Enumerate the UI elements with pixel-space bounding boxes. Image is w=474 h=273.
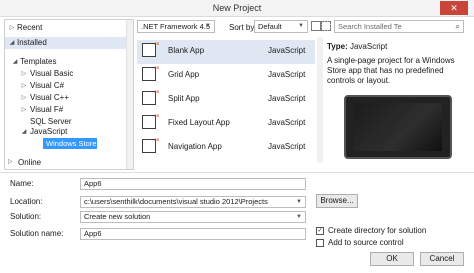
solution-select[interactable]: Create new solution ▼ bbox=[80, 211, 306, 223]
template-language: JavaScript bbox=[268, 70, 306, 79]
tree-item-visual-cpp[interactable]: ▷ Visual C++ bbox=[5, 92, 133, 104]
create-directory-checkbox[interactable]: ✓ bbox=[316, 227, 324, 235]
solution-name-value: App6 bbox=[84, 229, 102, 238]
template-row[interactable]: JS Blank App JavaScript bbox=[137, 40, 315, 64]
tree-label: Visual C++ bbox=[30, 93, 69, 102]
search-icon[interactable]: ⌕ bbox=[456, 21, 460, 32]
navigation-app-icon: JS bbox=[142, 137, 159, 153]
expand-arrow-icon[interactable]: ▷ bbox=[20, 92, 28, 104]
solution-label: Solution: bbox=[10, 212, 42, 221]
location-label: Location: bbox=[10, 197, 43, 206]
type-value: JavaScript bbox=[349, 42, 388, 51]
cancel-button[interactable]: Cancel bbox=[420, 252, 464, 266]
framework-value: .NET Framework 4.5 bbox=[141, 22, 211, 31]
expand-arrow-icon[interactable]: ▷ bbox=[20, 68, 28, 80]
search-input[interactable]: Search Installed Te ⌕ bbox=[334, 20, 464, 33]
add-source-control-label: Add to source control bbox=[328, 238, 404, 247]
list-view-icon[interactable] bbox=[321, 21, 331, 31]
split-app-icon: JS bbox=[142, 89, 159, 105]
chevron-down-icon: ▼ bbox=[296, 199, 302, 205]
divider bbox=[0, 172, 474, 173]
tree-item-online[interactable]: ▷ Online bbox=[4, 157, 134, 169]
template-row[interactable]: JS Split App JavaScript bbox=[137, 88, 315, 112]
collapse-arrow-icon[interactable]: ◢ bbox=[8, 37, 16, 49]
browse-button[interactable]: Browse... bbox=[316, 194, 358, 208]
blank-app-icon: JS bbox=[142, 41, 159, 57]
tree-label: JavaScript bbox=[30, 127, 68, 136]
template-language: JavaScript bbox=[268, 118, 306, 127]
sort-by-label: Sort by: bbox=[229, 23, 257, 32]
grid-app-icon: JS bbox=[142, 65, 159, 81]
template-name: Blank App bbox=[168, 46, 205, 55]
template-row[interactable]: JS Navigation App JavaScript bbox=[137, 136, 315, 160]
template-name: Fixed Layout App bbox=[168, 118, 230, 127]
tree-item-templates[interactable]: ◢ Templates bbox=[5, 56, 133, 68]
tree-item-visual-csharp[interactable]: ▷ Visual C# bbox=[5, 80, 133, 92]
tree-item-windows-store[interactable]: Windows Store bbox=[43, 138, 97, 149]
name-label: Name: bbox=[10, 179, 34, 188]
tree-item-visual-fsharp[interactable]: ▷ Visual F# bbox=[5, 104, 133, 116]
location-field[interactable]: c:\users\senthilk\documents\visual studi… bbox=[80, 196, 306, 208]
expand-arrow-icon[interactable]: ▷ bbox=[20, 104, 28, 116]
chevron-down-icon: ▼ bbox=[296, 214, 302, 220]
sort-by-select[interactable]: Default ▼ bbox=[254, 20, 308, 33]
solution-name-label: Solution name: bbox=[10, 229, 64, 238]
template-row[interactable]: JS Grid App JavaScript bbox=[137, 64, 315, 88]
type-line: Type: JavaScript bbox=[327, 42, 387, 51]
template-details: Type: JavaScript A single-page project f… bbox=[326, 37, 470, 163]
ok-button[interactable]: OK bbox=[370, 252, 414, 266]
template-description: A single-page project for a Windows Stor… bbox=[327, 56, 455, 85]
tablet-preview-image bbox=[344, 95, 452, 159]
collapse-arrow-icon[interactable]: ◢ bbox=[20, 126, 28, 138]
template-name: Navigation App bbox=[168, 142, 222, 151]
template-tree: ▷ Recent ◢ Installed ◢ Templates ▷ Visua… bbox=[4, 19, 134, 170]
solution-name-field[interactable]: App6 bbox=[80, 228, 306, 240]
add-source-control-checkbox[interactable] bbox=[316, 239, 324, 247]
title-bar: New Project ✕ bbox=[0, 0, 474, 17]
tree-item-recent[interactable]: ▷ Recent bbox=[5, 22, 133, 34]
tree-label-recent: Recent bbox=[17, 23, 43, 32]
tree-item-visual-basic[interactable]: ▷ Visual Basic bbox=[5, 68, 133, 80]
grid-view-icon[interactable] bbox=[311, 21, 321, 31]
tree-item-javascript[interactable]: ◢ JavaScript bbox=[5, 126, 133, 138]
template-row[interactable]: JS Fixed Layout App JavaScript bbox=[137, 112, 315, 136]
solution-value: Create new solution bbox=[84, 212, 151, 221]
template-name: Split App bbox=[168, 94, 200, 103]
close-button[interactable]: ✕ bbox=[440, 1, 468, 15]
window-title: New Project bbox=[212, 3, 262, 13]
expand-arrow-icon[interactable]: ▷ bbox=[20, 80, 28, 92]
tree-label: Visual Basic bbox=[30, 69, 74, 78]
template-name: Grid App bbox=[168, 70, 200, 79]
collapse-arrow-icon[interactable]: ◢ bbox=[11, 56, 19, 68]
expand-arrow-icon[interactable]: ▷ bbox=[8, 158, 13, 165]
expand-arrow-icon[interactable]: ▷ bbox=[8, 22, 16, 34]
tree-label-installed: Installed bbox=[17, 38, 47, 47]
search-placeholder: Search Installed Te bbox=[338, 22, 402, 31]
chevron-down-icon: ▼ bbox=[298, 23, 304, 29]
chevron-down-icon: ▼ bbox=[205, 23, 211, 29]
tree-label: Visual C# bbox=[30, 81, 65, 90]
tree-label: Visual F# bbox=[30, 105, 64, 114]
tree-label-online: Online bbox=[18, 158, 42, 167]
tree-scrollbar[interactable] bbox=[126, 20, 133, 169]
tree-item-installed[interactable]: ◢ Installed bbox=[5, 37, 133, 49]
template-list-scrollbar[interactable] bbox=[317, 37, 323, 163]
template-list: JS Blank App JavaScript JS Grid App Java… bbox=[137, 37, 317, 163]
type-label: Type: bbox=[327, 42, 348, 51]
template-language: JavaScript bbox=[268, 46, 306, 55]
location-value: c:\users\senthilk\documents\visual studi… bbox=[84, 197, 268, 206]
name-field[interactable]: App6 bbox=[80, 178, 306, 190]
tree-label-templates: Templates bbox=[20, 57, 57, 66]
sort-by-value: Default bbox=[258, 22, 282, 31]
framework-select[interactable]: .NET Framework 4.5 ▼ bbox=[137, 20, 215, 33]
template-language: JavaScript bbox=[268, 142, 306, 151]
template-language: JavaScript bbox=[268, 94, 306, 103]
create-directory-label: Create directory for solution bbox=[328, 226, 427, 235]
fixed-layout-app-icon: JS bbox=[142, 113, 159, 129]
name-value: App6 bbox=[84, 179, 102, 188]
